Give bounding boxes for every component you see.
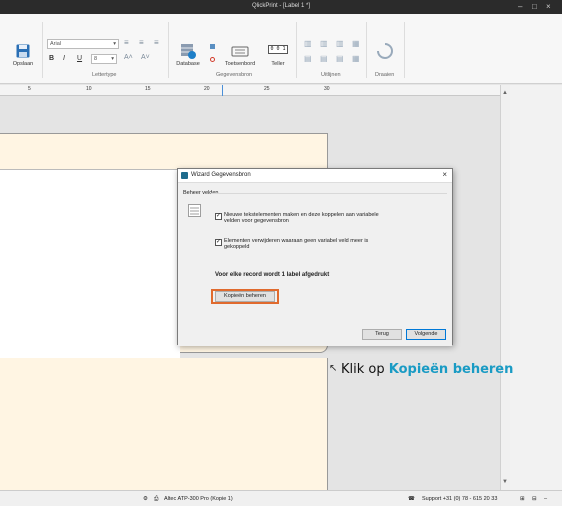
- next-button[interactable]: Volgende: [406, 329, 446, 340]
- font-size-select[interactable]: 8 ▾: [91, 54, 117, 64]
- app-icon: [181, 172, 188, 179]
- printer-icon[interactable]: ⎙: [154, 496, 158, 503]
- database-button[interactable]: Database: [174, 43, 202, 73]
- align-left-icon[interactable]: ≡: [124, 38, 129, 47]
- record-info-text: Voor elke record wordt 1 label afgedrukt: [215, 272, 330, 278]
- group-objects-icon[interactable]: ▦: [352, 54, 360, 63]
- back-button[interactable]: Terug: [362, 329, 402, 340]
- fit-page-icon[interactable]: ⊞: [520, 496, 525, 502]
- dialog-body: Beheer velden ✓ Nieuwe tekstelementen ma…: [178, 182, 452, 346]
- ruler-number: 15: [145, 86, 151, 92]
- label-element[interactable]: [0, 169, 180, 359]
- minimize-icon[interactable]: –: [518, 2, 522, 11]
- group-label-datasource: Gegevensbron: [216, 72, 253, 78]
- italic-button[interactable]: I: [63, 55, 65, 62]
- underline-button[interactable]: U: [77, 55, 82, 62]
- horizontal-ruler: 5 10 15 20 25 30: [0, 85, 500, 96]
- floppy-disk-icon: [16, 44, 30, 58]
- database-label: Database: [176, 61, 200, 67]
- create-elements-checkbox[interactable]: ✓: [215, 213, 222, 220]
- rotate-icon[interactable]: [376, 42, 394, 60]
- fit-width-icon[interactable]: ⊟: [532, 496, 537, 502]
- create-elements-label: Nieuwe tekstelementen maken en deze kopp…: [224, 212, 379, 224]
- next-label-area[interactable]: [0, 358, 328, 490]
- ruler-number: 20: [204, 86, 210, 92]
- vertical-scrollbar[interactable]: ▲ ▼: [500, 85, 510, 490]
- ruler-number: 25: [264, 86, 270, 92]
- remove-elements-checkbox[interactable]: ✓: [215, 239, 222, 246]
- callout-prefix: Klik op: [341, 362, 389, 377]
- tutorial-callout: Klik op Kopieën beheren: [341, 362, 513, 377]
- close-icon[interactable]: ×: [442, 170, 447, 179]
- font-family-select[interactable]: Arial ▾: [47, 39, 119, 49]
- font-family-value: Arial: [50, 41, 62, 47]
- save-label: Opslaan: [12, 61, 34, 67]
- counter-label: Teller: [271, 61, 285, 67]
- align-middle-icon[interactable]: ▥: [320, 39, 328, 48]
- manage-copies-button[interactable]: Kopieën beheren: [215, 291, 275, 302]
- title-bar: QlickPrint - [Label 1 *] – □ ×: [0, 0, 562, 14]
- keyboard-label: Toetsenbord: [224, 61, 256, 67]
- keyboard-button[interactable]: Toetsenbord: [222, 43, 258, 73]
- dialog-title-bar: Wizard Gegevensbron ×: [178, 169, 452, 182]
- group-label-font: Lettertype: [92, 72, 117, 78]
- fields-icon: [188, 204, 201, 217]
- ruler-number: 5: [28, 86, 31, 92]
- font-size-value: 8: [94, 56, 98, 62]
- font-grow-icon[interactable]: A˄: [124, 54, 133, 61]
- dialog-title: Wizard Gegevensbron: [191, 172, 251, 178]
- ruler-number: 30: [324, 86, 330, 92]
- group-label-rotate: Draaien: [375, 72, 395, 78]
- save-button[interactable]: Opslaan: [8, 44, 38, 74]
- chevron-down-icon: ▾: [111, 56, 114, 62]
- right-panel: [510, 85, 562, 490]
- align-right-icon[interactable]: ≡: [154, 38, 159, 47]
- scroll-up-icon[interactable]: ▲: [502, 90, 508, 96]
- maximize-icon[interactable]: □: [532, 2, 537, 11]
- database-icon: [181, 44, 196, 59]
- close-window-icon[interactable]: ×: [546, 2, 551, 11]
- keyboard-icon: [231, 46, 249, 57]
- counter-button[interactable]: 0 0 1 Teller: [266, 43, 290, 73]
- zoom-out-icon[interactable]: –: [544, 496, 547, 502]
- support-text: Support +31 (0) 78 - 615 20 33: [422, 496, 498, 502]
- window-title: QlickPrint - [Label 1 *]: [251, 3, 311, 9]
- unlink-icon[interactable]: [210, 57, 215, 62]
- counter-icon: 0 0 1: [268, 45, 288, 54]
- status-bar: ⚙ ⎙ Altec ATP-300 Pro (Kopie 1) ☎ Suppor…: [0, 490, 562, 506]
- wizard-dialog: Wizard Gegevensbron × Beheer velden ✓ Ni…: [177, 168, 453, 346]
- callout-highlight: Kopieën beheren: [388, 362, 514, 377]
- printer-name: Altec ATP-300 Pro (Kopie 1): [164, 496, 233, 502]
- remove-elements-label: Elementen verwijderen waaraan geen varia…: [224, 238, 369, 250]
- ruler-cursor-marker: [222, 85, 223, 96]
- font-shrink-icon[interactable]: A˅: [141, 54, 150, 61]
- align-right-object-icon[interactable]: ▤: [336, 54, 344, 63]
- align-bottom-icon[interactable]: ▥: [336, 39, 344, 48]
- settings-icon[interactable]: ⚙: [143, 496, 148, 502]
- link-icon[interactable]: [210, 44, 215, 49]
- ruler-number: 10: [86, 86, 92, 92]
- mouse-pointer-icon: ↖: [329, 363, 338, 374]
- align-center-object-icon[interactable]: ▤: [320, 54, 328, 63]
- group-label-align: Uitlijnen: [321, 72, 341, 78]
- align-left-object-icon[interactable]: ▤: [304, 54, 312, 63]
- chevron-down-icon: ▾: [113, 41, 116, 47]
- scroll-down-icon[interactable]: ▼: [502, 479, 508, 485]
- bold-button[interactable]: B: [49, 55, 54, 62]
- divider: [211, 193, 447, 194]
- support-icon: ☎: [408, 496, 415, 502]
- align-center-icon[interactable]: ≡: [139, 38, 144, 47]
- align-top-icon[interactable]: ▥: [304, 39, 312, 48]
- distribute-icon[interactable]: ▦: [352, 39, 360, 48]
- ribbon: Opslaan Arial ▾ 8 ▾ B I U ≡ ≡ ≡ A˄ A˅ Le…: [0, 14, 562, 84]
